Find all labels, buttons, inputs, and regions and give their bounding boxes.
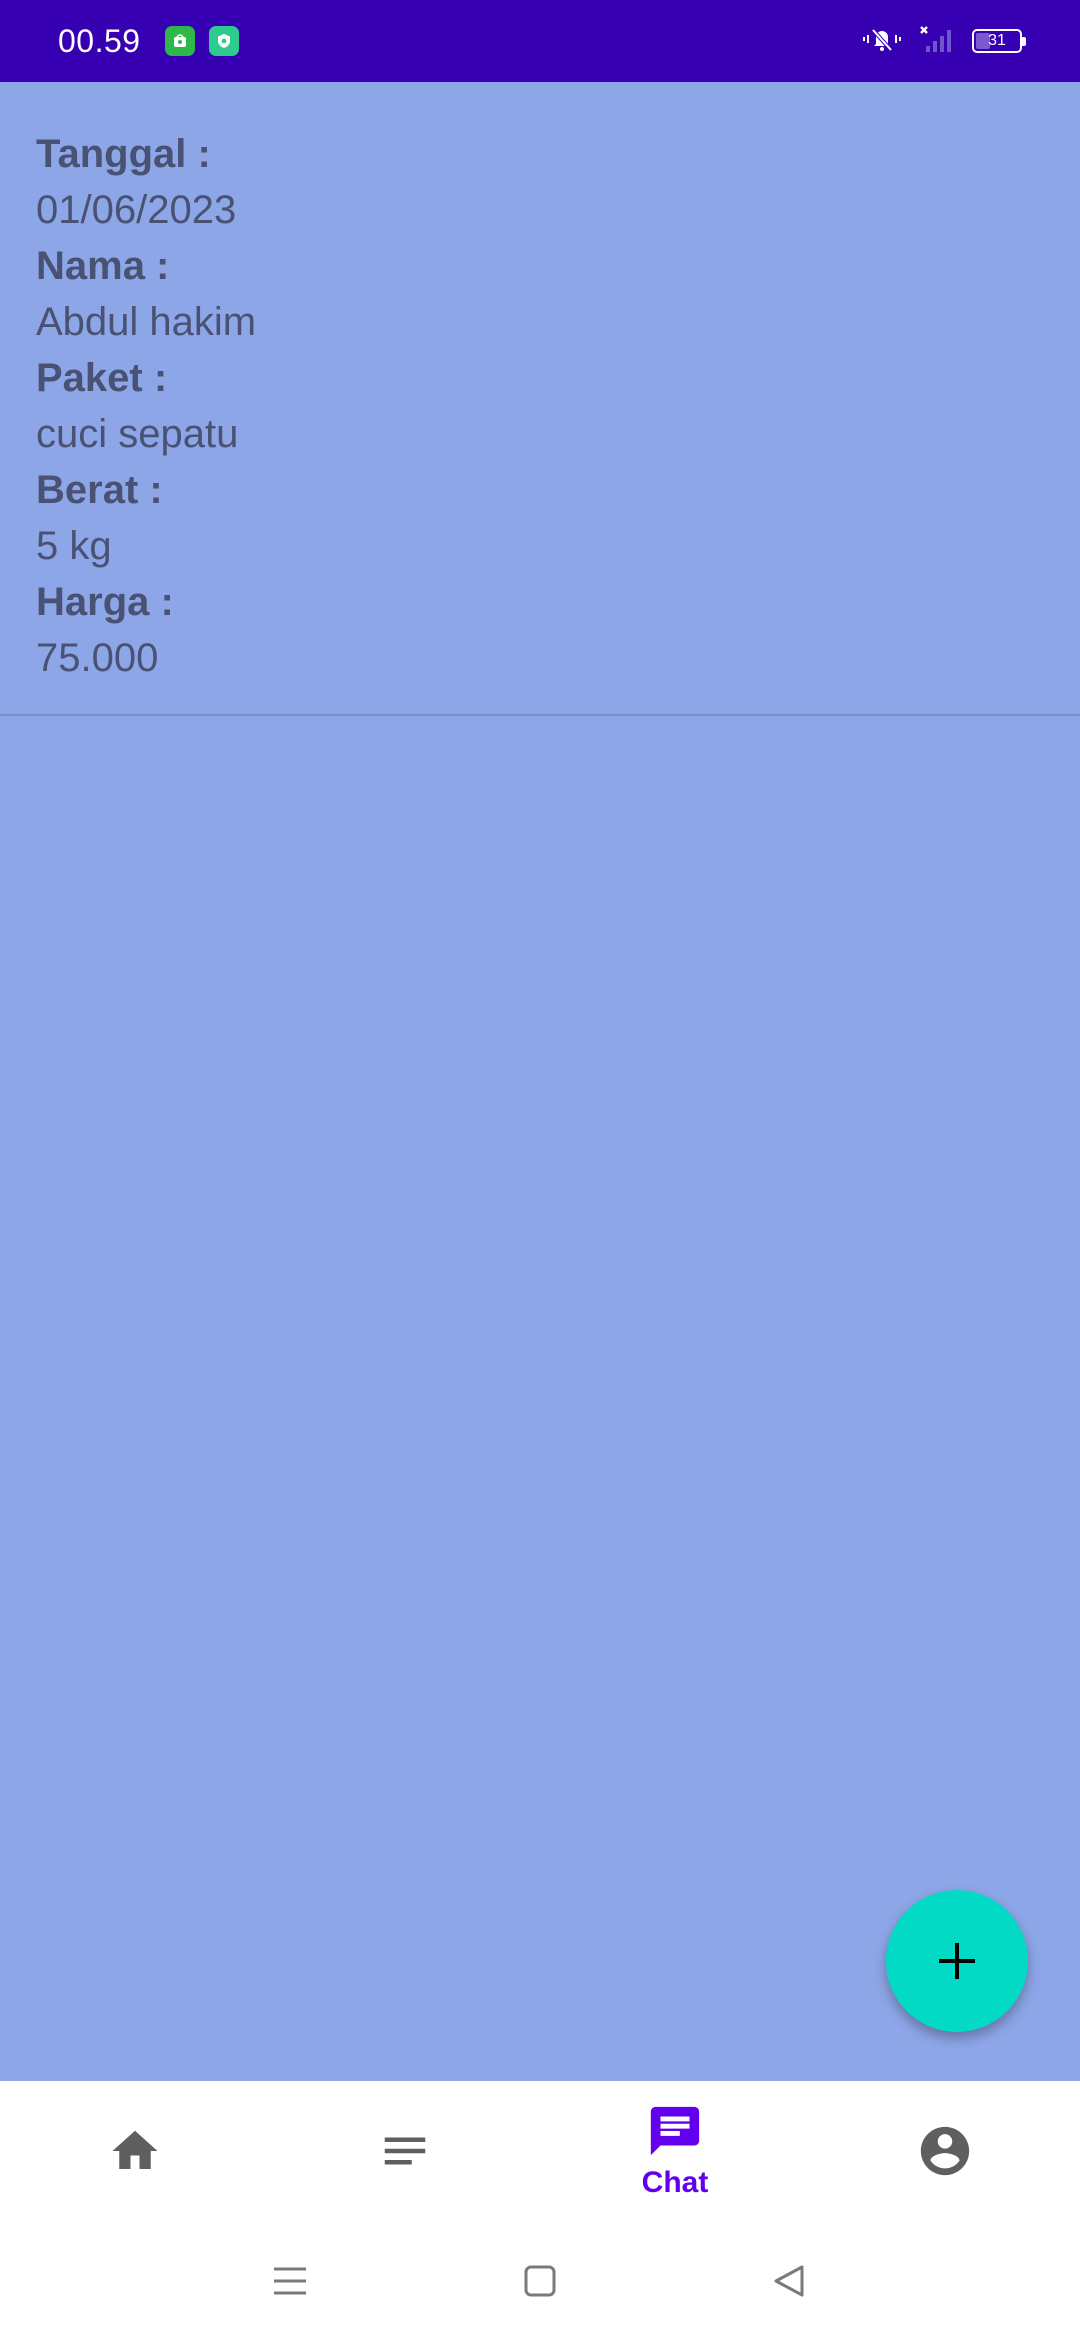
status-app-icons bbox=[164, 26, 239, 56]
nav-home[interactable] bbox=[0, 2081, 270, 2221]
app-store-icon bbox=[164, 26, 195, 56]
battery-icon: 31 bbox=[972, 29, 1026, 53]
account-icon bbox=[920, 2126, 970, 2176]
chat-icon bbox=[650, 2106, 700, 2156]
status-time: 00.59 bbox=[58, 22, 141, 59]
add-order-button[interactable] bbox=[886, 1890, 1028, 2032]
tanggal-value: 01/06/2023 bbox=[36, 188, 237, 232]
nama-label: Nama : bbox=[36, 244, 170, 288]
system-navigation bbox=[0, 2221, 1080, 2340]
berat-label: Berat : bbox=[36, 468, 163, 512]
status-right-icons: 31 bbox=[862, 24, 1026, 59]
nama-value: Abdul hakim bbox=[36, 300, 257, 344]
nav-chat[interactable]: Chat bbox=[540, 2081, 810, 2221]
no-signal-icon bbox=[918, 24, 956, 59]
plus-icon bbox=[939, 1943, 975, 1979]
home-icon bbox=[112, 2130, 158, 2169]
paket-value: cuci sepatu bbox=[36, 412, 239, 456]
tanggal-label: Tanggal : bbox=[36, 132, 211, 176]
order-card[interactable]: Tanggal : 01/06/2023 Nama : Abdul hakim … bbox=[0, 82, 1080, 716]
nav-list[interactable] bbox=[270, 2081, 540, 2221]
home-system-button[interactable] bbox=[510, 2251, 570, 2311]
bottom-navigation: Chat bbox=[0, 2081, 1080, 2221]
back-button[interactable] bbox=[760, 2251, 820, 2311]
vibrate-silent-icon bbox=[862, 24, 902, 59]
menu-icon bbox=[274, 2267, 306, 2294]
shield-icon bbox=[208, 26, 239, 56]
battery-level: 31 bbox=[988, 32, 1006, 49]
back-triangle-icon bbox=[774, 2265, 804, 2296]
berat-value: 5 kg bbox=[36, 524, 112, 568]
square-icon bbox=[524, 2265, 556, 2296]
paket-label: Paket : bbox=[36, 356, 168, 400]
harga-value: 75.000 bbox=[36, 636, 159, 680]
order-list: Tanggal : 01/06/2023 Nama : Abdul hakim … bbox=[0, 82, 1080, 2081]
list-icon bbox=[384, 2137, 426, 2165]
status-bar: 00.59 31 bbox=[0, 0, 1080, 82]
screen: 00.59 31 Tanggal: 01/06/2023 Nama: Abd… bbox=[0, 0, 1080, 2340]
nav-chat-label: Chat bbox=[641, 2166, 709, 2199]
nav-account[interactable] bbox=[810, 2081, 1080, 2221]
harga-label: Harga : bbox=[36, 580, 174, 624]
recents-button[interactable] bbox=[260, 2251, 320, 2311]
